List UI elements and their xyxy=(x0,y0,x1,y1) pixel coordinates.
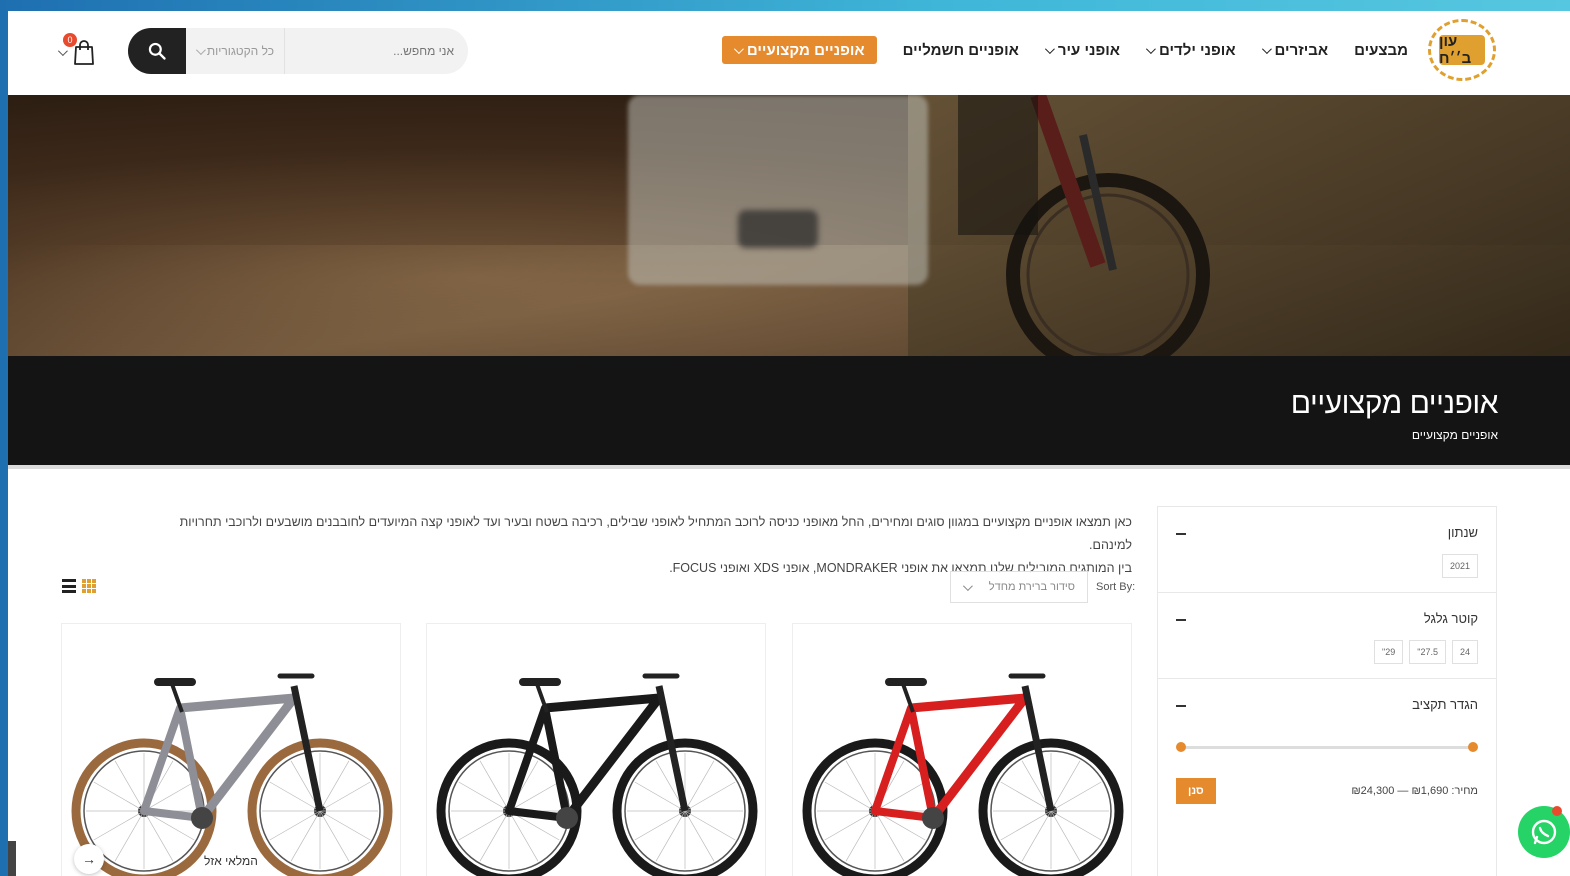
price-range-slider[interactable] xyxy=(1176,734,1478,764)
category-description: כאן תמצאו אופניים מקצועיים במגוון סוגים … xyxy=(179,515,1132,575)
search-input[interactable] xyxy=(285,28,468,74)
chevron-down-icon xyxy=(1044,43,1055,54)
sort-select[interactable]: סידור ברירת מחדל xyxy=(950,571,1088,603)
filter-wheel-size: קוטר גלגל 24 27.5" 29" xyxy=(1158,593,1496,679)
search-icon xyxy=(148,42,166,60)
whatsapp-button[interactable] xyxy=(1518,806,1570,858)
page-title: אופניים מקצועיים xyxy=(1290,387,1499,420)
nav-item-professional-bikes[interactable]: אופניים מקצועיים xyxy=(721,36,877,64)
sort-control: סידור ברירת מחדל Sort By: xyxy=(950,571,1135,603)
hero-banner xyxy=(8,95,1570,356)
chip-wheel-24[interactable]: 24 xyxy=(1451,640,1478,664)
nav-item-city-bikes[interactable]: אופני עיר xyxy=(1044,36,1120,64)
logo-mark: עון ב׳׳ח xyxy=(1439,33,1485,67)
view-toggle xyxy=(62,579,96,593)
notification-dot xyxy=(1552,806,1562,816)
shopping-bag-icon: 0 xyxy=(63,33,95,65)
sort-label: Sort By: xyxy=(1096,581,1136,593)
nav-item-sales[interactable]: מבצעים xyxy=(1354,36,1408,64)
site-logo[interactable]: עון ב׳׳ח xyxy=(1428,19,1496,81)
filter-title: שנתון xyxy=(1447,525,1478,540)
cart-count-badge: 0 xyxy=(63,33,77,47)
page-title-band: אופניים מקצועיים אופניים מקצועיים xyxy=(8,356,1570,469)
collapse-minus-icon[interactable] xyxy=(1176,705,1186,707)
range-handle-max[interactable] xyxy=(1176,742,1186,752)
collapse-minus-icon[interactable] xyxy=(1176,619,1186,621)
price-range-label: מחיר: ₪1,690 — ₪24,300 xyxy=(1351,785,1478,797)
product-image xyxy=(802,673,1124,876)
chevron-down-icon xyxy=(1145,43,1156,54)
cart-button[interactable]: 0 xyxy=(57,33,108,69)
nav-item-accessories[interactable]: אביזרים xyxy=(1261,36,1328,64)
chevron-down-icon xyxy=(1261,43,1272,54)
category-select[interactable]: כל הקטגוריות xyxy=(186,28,285,74)
arrow-right-icon[interactable]: → xyxy=(74,844,104,874)
filter-button[interactable]: סנן xyxy=(1176,778,1216,804)
product-image xyxy=(436,673,758,876)
rider-image xyxy=(958,95,1210,356)
breadcrumb[interactable]: אופניים מקצועיים xyxy=(1412,428,1498,442)
filter-title: קוטר גלגל xyxy=(1423,611,1478,626)
product-card[interactable] xyxy=(792,623,1132,876)
whatsapp-icon xyxy=(1531,819,1557,845)
page: עון ב׳׳ח אופניים מקצועיים אופניים חשמליי… xyxy=(8,11,1570,876)
product-image xyxy=(71,673,393,876)
filter-year: שנתון 2021 xyxy=(1158,507,1496,593)
product-card[interactable]: המלאי אזל → xyxy=(61,623,401,876)
filter-title: הגדר תקציב xyxy=(1412,697,1478,712)
chip-wheel-27-5[interactable]: 27.5" xyxy=(1409,640,1446,664)
nav-item-electric-bikes[interactable]: אופניים חשמליים xyxy=(903,36,1019,64)
main-nav: אופניים מקצועיים אופניים חשמליים אופני ע… xyxy=(721,36,1408,64)
chip-year-2021[interactable]: 2021 xyxy=(1441,554,1478,578)
chevron-down-icon xyxy=(195,44,206,55)
chevron-down-icon xyxy=(57,45,68,56)
range-handle-min[interactable] xyxy=(1468,742,1478,752)
stock-label: המלאי אזל xyxy=(204,854,258,868)
search-bar: כל הקטגוריות xyxy=(128,28,468,74)
scroll-tab[interactable] xyxy=(8,841,16,876)
filter-budget: הגדר תקציב מחיר: ₪1,690 — ₪24,300 סנן xyxy=(1158,679,1496,818)
chevron-down-icon xyxy=(962,580,973,591)
chevron-down-icon xyxy=(733,43,744,54)
list-view-icon[interactable] xyxy=(62,579,76,593)
product-card[interactable] xyxy=(426,623,766,876)
nav-item-kids-bikes[interactable]: אופני ילדים xyxy=(1145,36,1236,64)
site-header: עון ב׳׳ח אופניים מקצועיים אופניים חשמליי… xyxy=(8,11,1570,95)
chip-wheel-29[interactable]: 29" xyxy=(1374,640,1404,664)
search-button[interactable] xyxy=(128,28,186,74)
collapse-minus-icon[interactable] xyxy=(1176,533,1186,535)
filter-sidebar: שנתון 2021 קוטר גלגל 24 27.5" 29" הגדר ת… xyxy=(1157,506,1497,876)
grid-view-icon[interactable] xyxy=(82,579,96,593)
